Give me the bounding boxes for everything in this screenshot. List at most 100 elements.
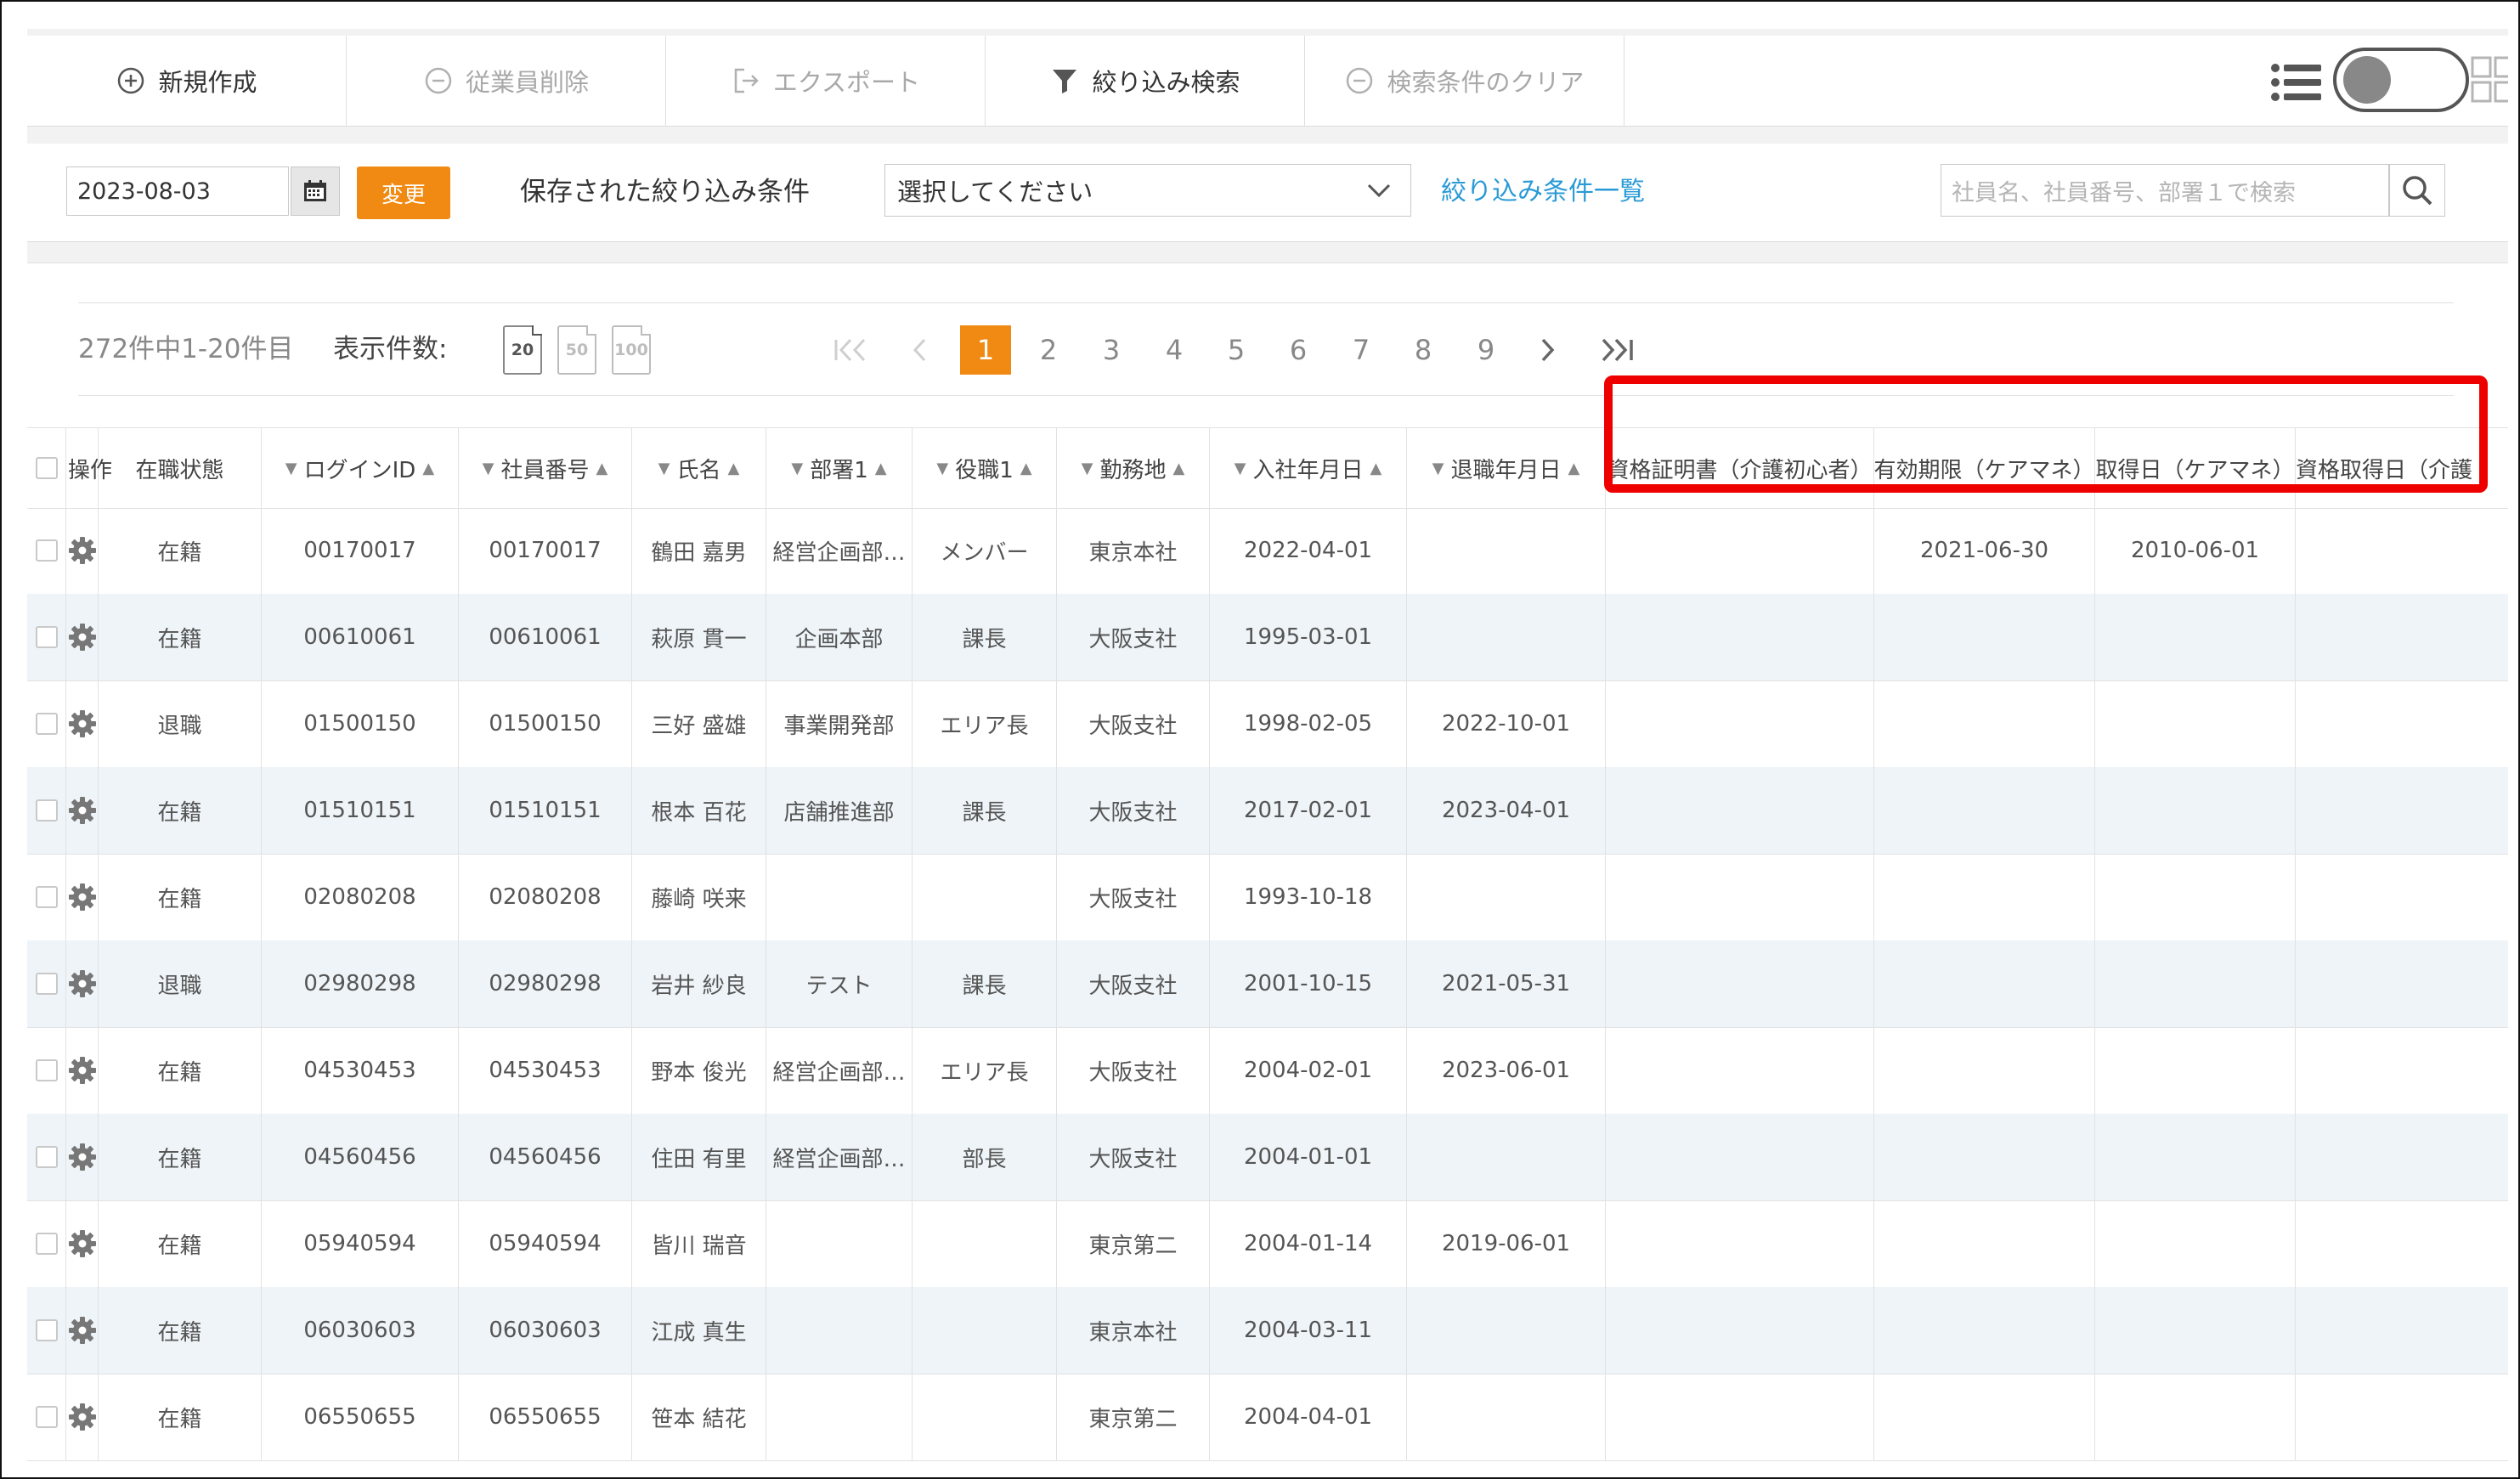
- gear-icon[interactable]: [68, 536, 97, 565]
- row-checkbox[interactable]: [35, 539, 58, 562]
- row-checkbox[interactable]: [35, 799, 58, 821]
- gear-icon[interactable]: [68, 1143, 97, 1171]
- page-6-button[interactable]: 6: [1273, 325, 1324, 375]
- filter-list-link[interactable]: 絞り込み条件一覧: [1441, 171, 1645, 213]
- row-checkbox[interactable]: [35, 713, 58, 735]
- prev-page-button[interactable]: [894, 325, 945, 375]
- employee-search-input[interactable]: 社員名、社員番号、部署１で検索: [1941, 164, 2389, 217]
- table-row[interactable]: 在籍 06030603 06030603 江成 真生 東京本社 2004-03-11: [27, 1287, 2508, 1375]
- gear-icon[interactable]: [68, 1056, 97, 1085]
- sort-asc-icon[interactable]: ▲: [596, 460, 608, 477]
- table-row[interactable]: 在籍 04530453 04530453 野本 俊光 経営企画部… エリア長 大阪支社 200…: [27, 1027, 2508, 1115]
- clear-filters-button[interactable]: 検索条件のクリア: [1305, 36, 1624, 126]
- search-button[interactable]: [2389, 164, 2445, 217]
- row-checkbox[interactable]: [35, 973, 58, 995]
- table-row[interactable]: 在籍 00170017 00170017 鶴田 嘉男 経営企画部… メンバー 東京本社 202…: [27, 507, 2508, 595]
- table-row[interactable]: 在籍 01510151 01510151 根本 百花 店舗推進部 課長 大阪支社 2017-0…: [27, 767, 2508, 855]
- column-header[interactable]: ▼ 社員番号 ▲: [459, 428, 632, 508]
- gear-icon[interactable]: [68, 969, 97, 998]
- next-page-button[interactable]: [1523, 325, 1574, 375]
- column-header: 在職状態: [99, 428, 262, 508]
- filter-search-button[interactable]: 絞り込み検索: [986, 36, 1305, 126]
- table-cell: 大阪支社: [1057, 594, 1210, 680]
- table-cell: 鶴田 嘉男: [632, 507, 766, 594]
- sort-filter-icon[interactable]: ▼: [1432, 460, 1444, 477]
- column-header[interactable]: ▼ 役職1 ▲: [913, 428, 1057, 508]
- table-cell: テスト: [766, 940, 913, 1027]
- row-checkbox[interactable]: [35, 1059, 58, 1081]
- column-header[interactable]: ▼ 退職年月日 ▲: [1407, 428, 1606, 508]
- table-row[interactable]: 在籍 06550655 06550655 笹本 結花 東京第二 2004-04-01: [27, 1374, 2508, 1461]
- sort-filter-icon[interactable]: ▼: [483, 460, 494, 477]
- column-header[interactable]: ▼ 部署1 ▲: [766, 428, 913, 508]
- page-1-button[interactable]: 1: [960, 325, 1011, 375]
- change-date-button[interactable]: 変更: [357, 167, 450, 219]
- sort-asc-icon[interactable]: ▲: [728, 460, 740, 477]
- page-3-button[interactable]: 3: [1086, 325, 1137, 375]
- gear-icon[interactable]: [68, 623, 97, 652]
- row-checkbox[interactable]: [35, 626, 58, 648]
- table-row[interactable]: 退職 01500150 01500150 三好 盛雄 事業開発部 エリア長 大阪支社 1998…: [27, 680, 2508, 768]
- page-9-button[interactable]: 9: [1461, 325, 1511, 375]
- column-header[interactable]: ▼資格証明書（介護初心者）▲: [1606, 428, 1874, 508]
- table-cell: 2023-04-01: [1407, 767, 1606, 854]
- reference-date-input[interactable]: 2023-08-03: [66, 167, 289, 216]
- last-page-button[interactable]: [1591, 325, 1641, 375]
- gear-icon[interactable]: [68, 796, 97, 825]
- column-header[interactable]: ▼ 氏名 ▲: [632, 428, 766, 508]
- table-cell: [913, 1374, 1057, 1460]
- sort-asc-icon[interactable]: ▲: [1173, 460, 1185, 477]
- column-header[interactable]: ▼ 勤務地 ▲: [1057, 428, 1210, 508]
- sort-filter-icon[interactable]: ▼: [658, 460, 670, 477]
- grid-view-icon[interactable]: [2471, 56, 2508, 104]
- sort-filter-icon[interactable]: ▼: [791, 460, 803, 477]
- new-button[interactable]: 新規作成: [27, 36, 347, 126]
- view-toggle-switch[interactable]: [2333, 48, 2469, 112]
- table-row[interactable]: 在籍 02080208 02080208 藤崎 咲来 大阪支社 1993-10-18: [27, 854, 2508, 941]
- row-checkbox[interactable]: [35, 1406, 58, 1428]
- page-8-button[interactable]: 8: [1398, 325, 1449, 375]
- sort-asc-icon[interactable]: ▲: [1370, 460, 1382, 477]
- page-2-button[interactable]: 2: [1023, 325, 1074, 375]
- page-4-button[interactable]: 4: [1149, 325, 1200, 375]
- page-7-button[interactable]: 7: [1336, 325, 1387, 375]
- sort-filter-icon[interactable]: ▼: [1082, 460, 1093, 477]
- saved-filter-select[interactable]: 選択してください: [884, 164, 1411, 217]
- row-checkbox[interactable]: [35, 1319, 58, 1341]
- first-page-button[interactable]: [826, 325, 877, 375]
- table-row[interactable]: 在籍 00610061 00610061 萩原 貫一 企画本部 課長 大阪支社 1995-03…: [27, 594, 2508, 681]
- gear-icon[interactable]: [68, 1403, 97, 1431]
- gear-icon[interactable]: [68, 709, 97, 738]
- table-row[interactable]: 在籍 05940594 05940594 皆川 瑞音 東京第二 2004-01-14 201…: [27, 1200, 2508, 1288]
- per-page-20-button[interactable]: 20: [503, 325, 542, 375]
- sort-asc-icon[interactable]: ▲: [422, 460, 434, 477]
- list-view-icon[interactable]: [2270, 63, 2323, 102]
- gear-icon[interactable]: [68, 1316, 97, 1345]
- column-header[interactable]: ▼ 入社年月日 ▲: [1210, 428, 1407, 508]
- pagination-bar: 272件中1-20件目 表示件数: 20 50 100 1 2 3 4 5 6 …: [78, 302, 2454, 396]
- page-5-button[interactable]: 5: [1211, 325, 1262, 375]
- per-page-50-button[interactable]: 50: [557, 325, 596, 375]
- sort-asc-icon[interactable]: ▲: [875, 460, 887, 477]
- sort-filter-icon[interactable]: ▼: [285, 460, 297, 477]
- sort-asc-icon[interactable]: ▲: [1020, 460, 1032, 477]
- select-all-checkbox[interactable]: [35, 457, 58, 479]
- per-page-100-button[interactable]: 100: [612, 325, 651, 375]
- table-cell: [1874, 594, 2095, 680]
- delete-employee-button[interactable]: 従業員削除: [347, 36, 666, 126]
- gear-icon[interactable]: [68, 1229, 97, 1258]
- row-checkbox[interactable]: [35, 886, 58, 908]
- calendar-button[interactable]: [291, 167, 340, 216]
- table-row[interactable]: 退職 02980298 02980298 岩井 紗良 テスト 課長 大阪支社 2001-10-…: [27, 940, 2508, 1028]
- export-button[interactable]: エクスポート: [666, 36, 986, 126]
- sort-asc-icon[interactable]: ▲: [1568, 460, 1580, 477]
- table-cell: [2296, 1027, 2508, 1114]
- row-checkbox[interactable]: [35, 1233, 58, 1255]
- sort-filter-icon[interactable]: ▼: [1235, 460, 1246, 477]
- table-row[interactable]: 在籍 04560456 04560456 住田 有里 経営企画部… 部長 大阪支社 2004-…: [27, 1114, 2508, 1201]
- sort-filter-icon[interactable]: ▼: [936, 460, 948, 477]
- column-header[interactable]: ▼ ログインID ▲: [262, 428, 459, 508]
- table-cell: 経営企画部…: [766, 507, 913, 594]
- gear-icon[interactable]: [68, 883, 97, 912]
- row-checkbox[interactable]: [35, 1146, 58, 1168]
